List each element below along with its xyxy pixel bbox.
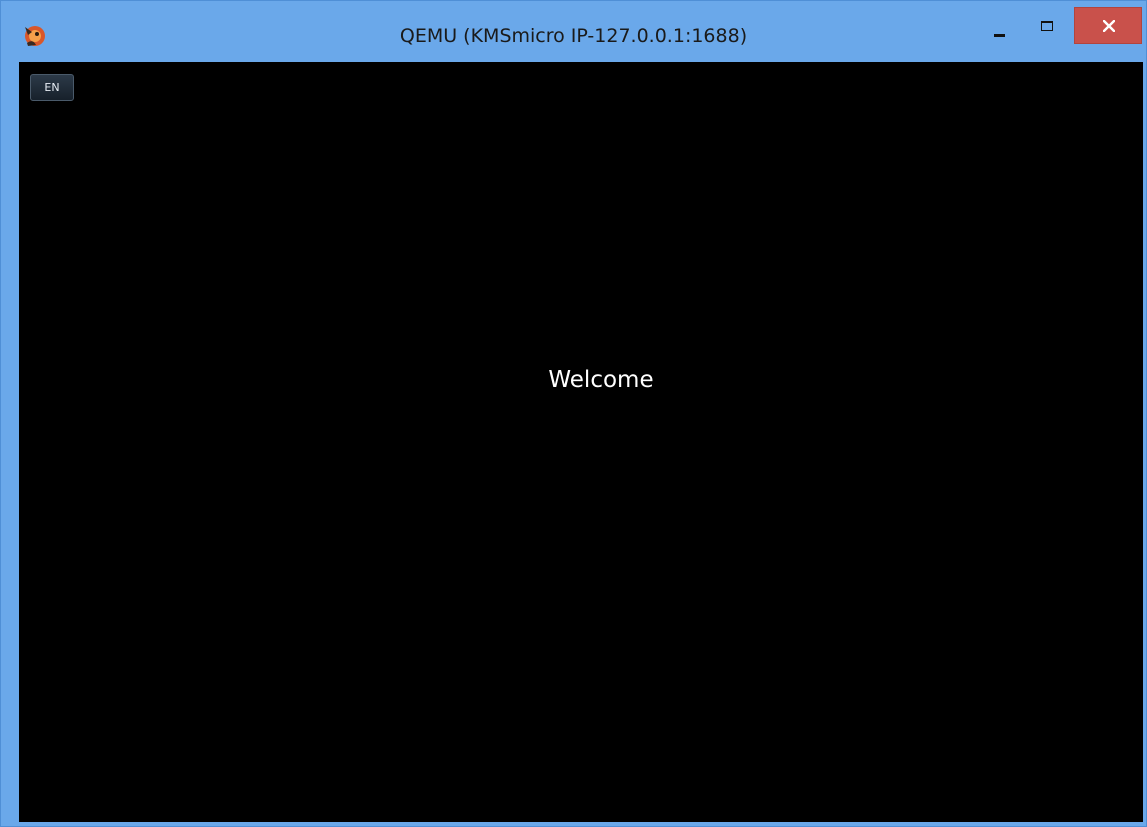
minimize-button[interactable] <box>983 9 1017 39</box>
window-title: QEMU (KMSmicro IP-127.0.0.1:1688) <box>399 25 748 47</box>
maximize-button[interactable] <box>1029 9 1063 39</box>
welcome-message: Welcome <box>548 367 654 393</box>
vm-display[interactable]: EN Welcome <box>19 62 1143 822</box>
title-bar[interactable]: QEMU (KMSmicro IP-127.0.0.1:1688) <box>1 1 1146 62</box>
language-indicator-button[interactable]: EN <box>30 74 74 101</box>
qemu-window: QEMU (KMSmicro IP-127.0.0.1:1688) EN Wel… <box>0 0 1147 827</box>
close-button[interactable] <box>1074 7 1142 44</box>
close-icon <box>1103 20 1115 32</box>
